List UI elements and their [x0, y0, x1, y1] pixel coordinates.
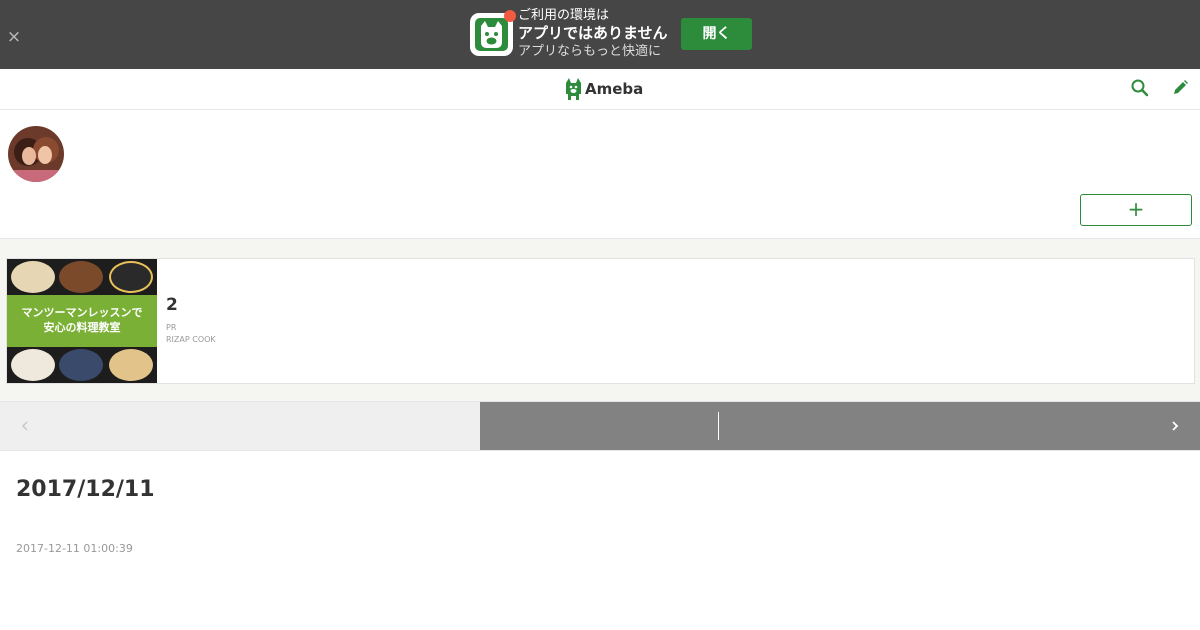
app-banner: × ご利用の環境は アプリではありません アプリならもっと快適に 開く: [0, 0, 1200, 69]
ameba-logo-bear-icon: [566, 78, 581, 100]
prev-entry-button[interactable]: [0, 402, 480, 450]
ameba-bear-icon: [475, 18, 508, 51]
ad-pr-label: PR: [166, 323, 177, 332]
banner-line-2: アプリではありません: [518, 24, 668, 42]
entry-pager: [0, 402, 1200, 451]
chevron-right-icon: [1172, 421, 1179, 431]
ad-image: マンツーマンレッスンで 安心の料理教室: [7, 259, 157, 383]
site-header: Ameba: [0, 69, 1200, 110]
entry-datetime: 2017-12-11 01:00:39: [16, 542, 133, 555]
ad-area: マンツーマンレッスンで 安心の料理教室 2 PR RIZAP COOK: [0, 238, 1200, 402]
ad-sponsor: RIZAP COOK: [166, 335, 216, 344]
ameba-logo[interactable]: Ameba: [564, 77, 643, 101]
ad-card[interactable]: マンツーマンレッスンで 安心の料理教室 2 PR RIZAP COOK: [6, 258, 1195, 384]
ad-image-text-line1: マンツーマンレッスンで: [21, 306, 143, 319]
follow-button[interactable]: +: [1080, 194, 1192, 226]
banner-line-3: アプリならもっと快適に: [518, 44, 662, 59]
divider: [0, 450, 1200, 451]
banner-line-1: ご利用の環境は: [518, 8, 610, 23]
entry-title: 2017/12/11: [16, 477, 155, 502]
blog-profile: +: [0, 110, 1200, 238]
open-app-button[interactable]: 開く: [681, 18, 752, 50]
search-icon[interactable]: [1130, 78, 1150, 98]
pencil-icon[interactable]: [1170, 78, 1190, 98]
ad-title: 2: [166, 295, 178, 315]
logo-text: Ameba: [585, 80, 644, 98]
chevron-left-icon: [21, 421, 28, 431]
avatar[interactable]: [8, 126, 64, 182]
banner-close-button[interactable]: ×: [5, 28, 23, 46]
banner-message: ご利用の環境は アプリではありません アプリならもっと快適に: [518, 7, 678, 60]
ad-image-text-line2: 安心の料理教室: [43, 321, 121, 334]
pager-divider: [718, 412, 719, 440]
next-entry-button[interactable]: [480, 402, 1200, 450]
notification-badge: [504, 10, 516, 22]
ad-image-text: マンツーマンレッスンで 安心の料理教室: [7, 295, 157, 347]
